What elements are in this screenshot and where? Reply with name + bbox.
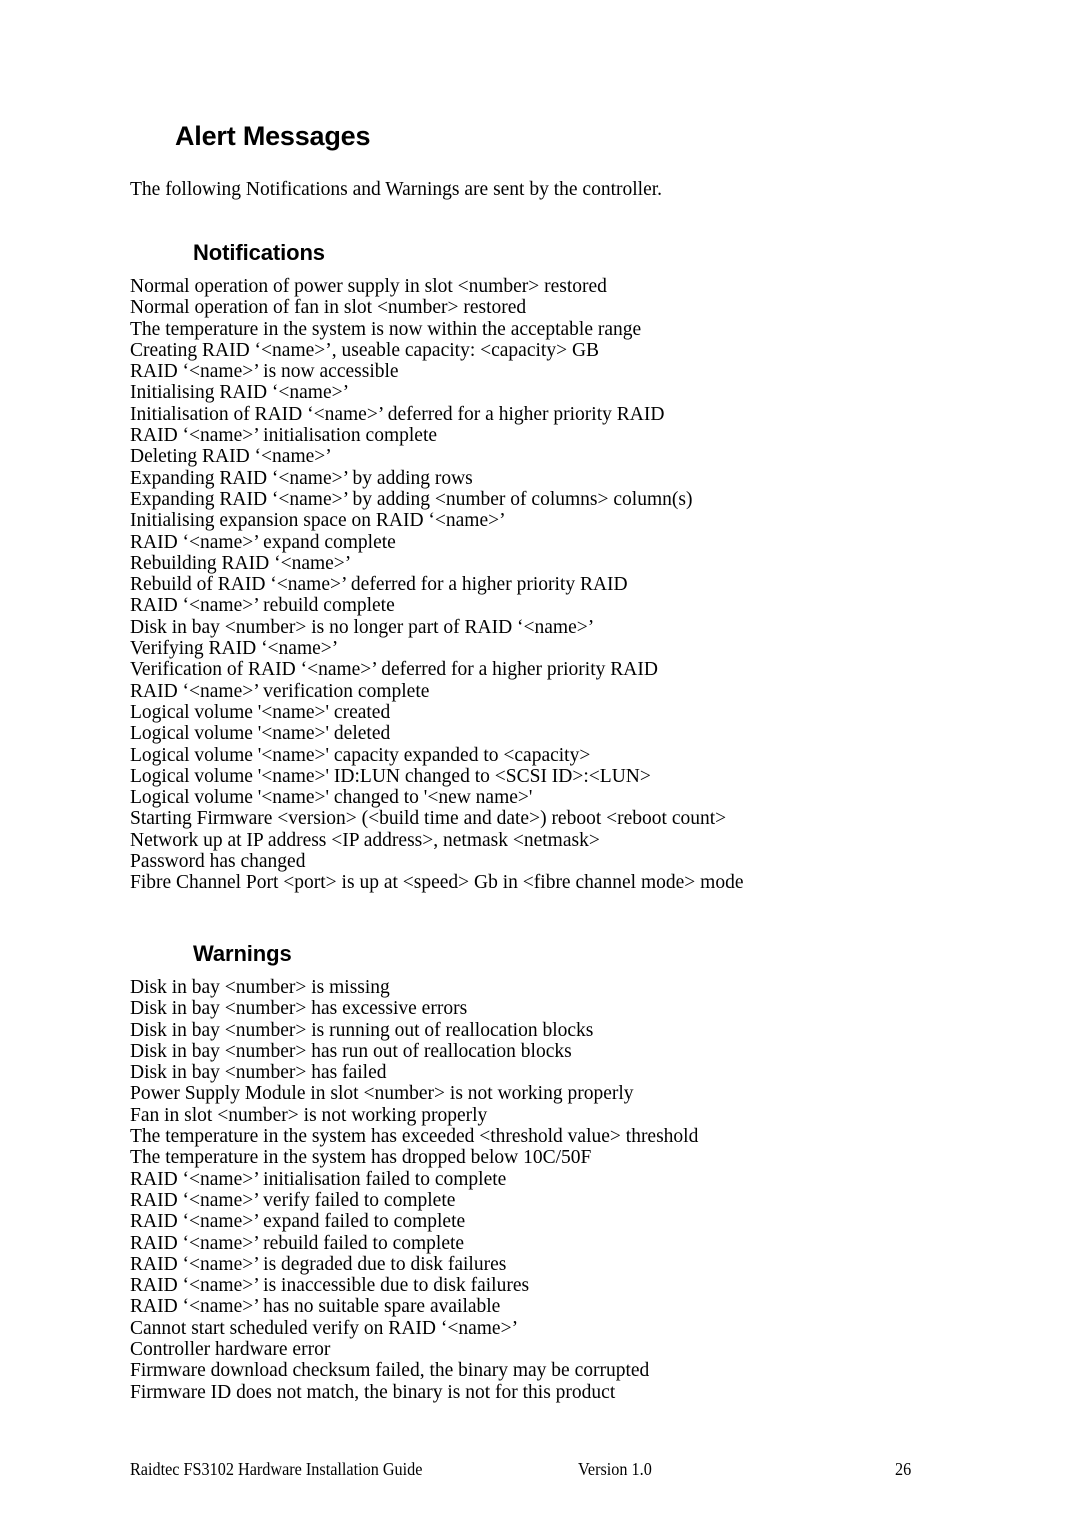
list-item: RAID ‘<name>’ expand complete — [130, 531, 396, 553]
list-item: Expanding RAID ‘<name>’ by adding <numbe… — [130, 488, 693, 510]
warnings-list: Disk in bay <number> is missing Disk in b… — [130, 977, 698, 1403]
list-item: RAID ‘<name>’ is inaccessible due to dis… — [130, 1275, 530, 1297]
list-item: RAID ‘<name>’ verify failed to complete — [130, 1189, 456, 1211]
list-item: Disk in bay <number> is no longer part o… — [130, 616, 595, 638]
list-item: Disk in bay <number> is missing — [130, 977, 390, 998]
list-item: Initialising expansion space on RAID ‘<n… — [130, 510, 506, 532]
list-item: Controller hardware error — [130, 1339, 331, 1361]
list-item: RAID ‘<name>’ initialisation failed to c… — [130, 1168, 507, 1190]
list-item: The temperature in the system is now wit… — [130, 318, 642, 340]
list-item: Power Supply Module in slot <number> is … — [130, 1083, 634, 1105]
list-item: Rebuild of RAID ‘<name>’ deferred for a … — [130, 574, 628, 596]
list-item: Logical volume '<name>' deleted — [130, 723, 391, 745]
list-item: RAID ‘<name>’ expand failed to complete — [130, 1211, 466, 1233]
list-item: RAID ‘<name>’ is degraded due to disk fa… — [130, 1253, 507, 1275]
list-item: Fibre Channel Port <port> is up at <spee… — [130, 872, 744, 894]
list-item: Starting Firmware <version> (<build time… — [130, 808, 727, 830]
list-item: Expanding RAID ‘<name>’ by adding rows — [130, 467, 473, 489]
list-item: The temperature in the system has exceed… — [130, 1126, 699, 1148]
list-item: Initialisation of RAID ‘<name>’ deferred… — [130, 403, 665, 425]
list-item: RAID ‘<name>’ is now accessible — [130, 361, 399, 383]
page-title: Alert Messages — [175, 121, 371, 152]
section-heading-notifications: Notifications — [193, 240, 325, 266]
list-item: Logical volume '<name>' ID:LUN changed t… — [130, 765, 651, 787]
list-item: Logical volume '<name>' created — [130, 701, 391, 723]
list-item: Initialising RAID ‘<name>’ — [130, 382, 350, 404]
list-item: Normal operation of fan in slot <number>… — [130, 297, 527, 319]
list-item: Disk in bay <number> has failed — [130, 1062, 387, 1084]
list-item: Disk in bay <number> is running out of r… — [130, 1019, 594, 1041]
list-item: Disk in bay <number> has excessive error… — [130, 998, 468, 1020]
list-item: RAID ‘<name>’ rebuild complete — [130, 595, 395, 617]
list-item: RAID ‘<name>’ verification complete — [130, 680, 430, 702]
list-item: Normal operation of power supply in slot… — [130, 276, 607, 297]
list-item: Password has changed — [130, 851, 306, 873]
list-item: RAID ‘<name>’ initialisation complete — [130, 425, 438, 447]
list-item: RAID ‘<name>’ has no suitable spare avai… — [130, 1296, 501, 1318]
list-item: Verifying RAID ‘<name>’ — [130, 638, 339, 660]
list-item: Cannot start scheduled verify on RAID ‘<… — [130, 1317, 519, 1339]
notifications-list: Normal operation of power supply in slot… — [130, 276, 744, 894]
list-item: Fan in slot <number> is not working prop… — [130, 1104, 488, 1126]
list-item: Rebuilding RAID ‘<name>’ — [130, 552, 352, 574]
list-item: RAID ‘<name>’ rebuild failed to complete — [130, 1232, 465, 1254]
page-footer: Raidtec FS3102 Hardware Installation Gui… — [130, 1459, 950, 1483]
list-item: Network up at IP address <IP address>, n… — [130, 829, 600, 851]
list-item: Firmware ID does not match, the binary i… — [130, 1381, 616, 1403]
list-item: The temperature in the system has droppe… — [130, 1147, 592, 1169]
footer-version: Version 1.0 — [578, 1459, 652, 1479]
section-heading-warnings: Warnings — [193, 941, 292, 967]
footer-page-number: 26 — [895, 1459, 912, 1479]
footer-guide-title: Raidtec FS3102 Hardware Installation Gui… — [130, 1459, 423, 1479]
list-item: Logical volume '<name>' capacity expande… — [130, 744, 591, 766]
list-item: Deleting RAID ‘<name>’ — [130, 446, 332, 468]
list-item: Firmware download checksum failed, the b… — [130, 1360, 650, 1382]
list-item: Disk in bay <number> has run out of real… — [130, 1040, 572, 1062]
intro-paragraph: The following Notifications and Warnings… — [130, 178, 663, 200]
list-item: Creating RAID ‘<name>’, useable capacity… — [130, 339, 600, 361]
list-item: Logical volume '<name>' changed to '<new… — [130, 787, 533, 809]
document-page: Alert Messages The following Notificatio… — [0, 0, 1080, 1528]
list-item: Verification of RAID ‘<name>’ deferred f… — [130, 659, 658, 681]
